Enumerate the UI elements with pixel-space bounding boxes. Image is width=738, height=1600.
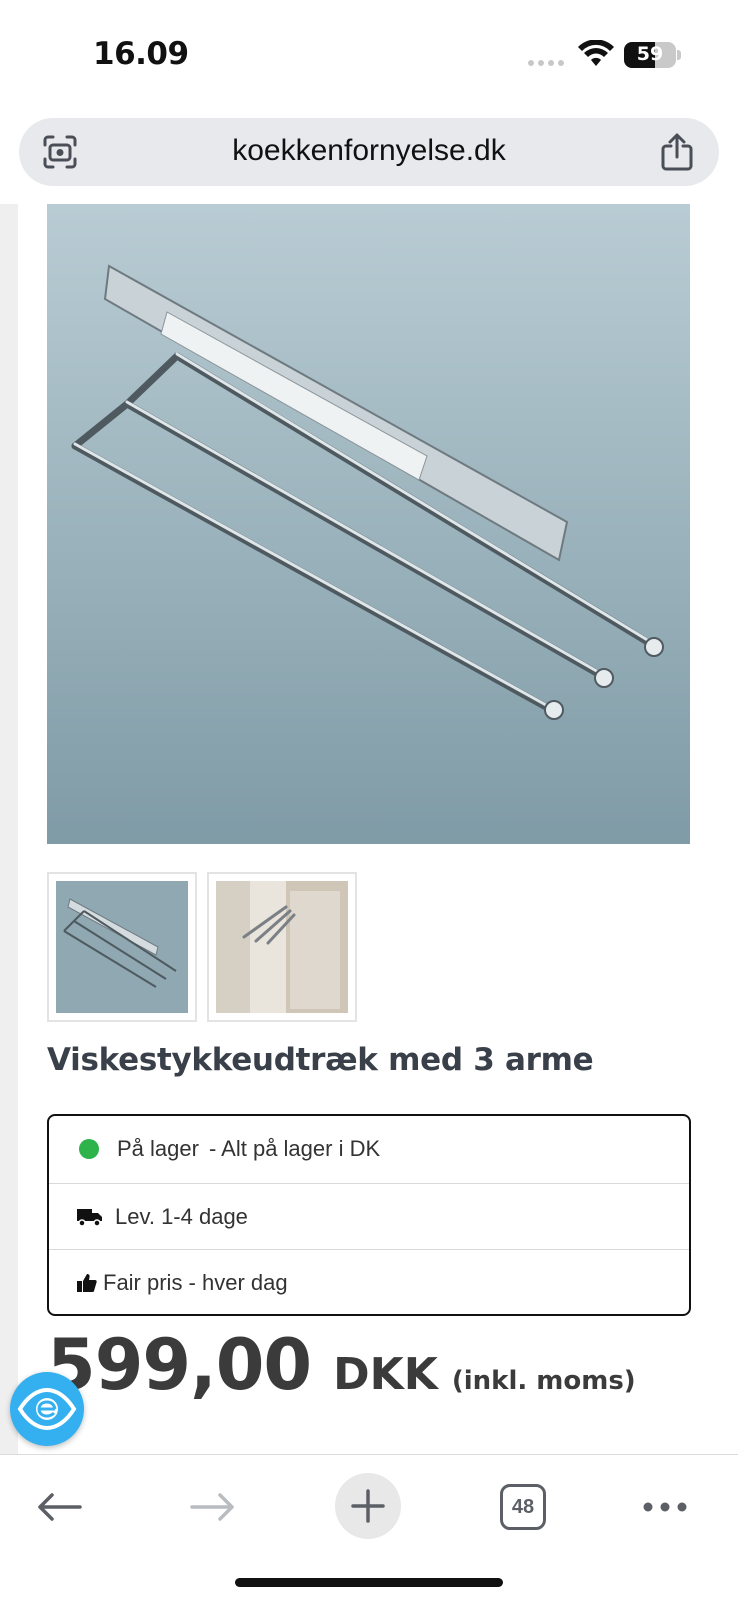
url-text[interactable]: koekkenfornyelse.dk [19, 134, 719, 168]
tabs-button[interactable]: 48 [500, 1484, 546, 1530]
truck-icon [77, 1208, 102, 1227]
home-indicator[interactable] [235, 1578, 503, 1587]
product-main-image[interactable] [47, 204, 690, 844]
forward-button[interactable] [184, 1477, 242, 1537]
stock-label: På lager [117, 1136, 199, 1161]
arrow-right-icon [190, 1493, 234, 1521]
stock-status-row: På lager - Alt på lager i DK [49, 1116, 689, 1182]
status-time: 16.09 [93, 36, 189, 72]
in-stock-indicator-icon [79, 1139, 99, 1159]
accessibility-button[interactable] [10, 1372, 84, 1446]
web-page: Viskestykkeudtræk med 3 arme På lager - … [0, 204, 738, 1454]
accessibility-eye-icon [17, 1387, 77, 1431]
status-bar: 16.09 59 [0, 0, 738, 108]
back-button[interactable] [30, 1477, 88, 1537]
vat-note: (inkl. moms) [451, 1366, 636, 1396]
more-dots-icon [643, 1502, 687, 1512]
thumbs-up-icon [77, 1273, 97, 1292]
product-thumbnail-2[interactable] [207, 872, 357, 1022]
product-info-box: På lager - Alt på lager i DK Lev. 1-4 da… [47, 1114, 691, 1316]
stock-detail: - Alt på lager i DK [208, 1136, 381, 1161]
cellular-signal-icon [528, 60, 564, 66]
wifi-icon [578, 40, 614, 66]
fair-price-row: Fair pris - hver dag [49, 1249, 689, 1315]
address-bar[interactable]: koekkenfornyelse.dk [19, 118, 719, 186]
share-icon[interactable] [659, 132, 695, 172]
product-card: Viskestykkeudtræk med 3 arme På lager - … [18, 204, 738, 1454]
price-amount: 599,00 [47, 1324, 312, 1406]
battery-tip [677, 50, 681, 60]
price-currency: DKK [333, 1349, 438, 1400]
battery-level: 59 [636, 43, 664, 65]
plus-icon [351, 1489, 385, 1523]
fair-price-text: Fair pris - hver dag [103, 1269, 288, 1295]
delivery-text: Lev. 1-4 dage [115, 1203, 248, 1229]
product-thumbnail-1[interactable] [47, 872, 197, 1022]
more-menu-button[interactable] [640, 1477, 690, 1537]
delivery-row: Lev. 1-4 dage [49, 1183, 689, 1249]
price-row: 599,00 DKK (inkl. moms) [47, 1324, 636, 1406]
new-tab-button[interactable] [335, 1473, 401, 1539]
product-title: Viskestykkeudtræk med 3 arme [47, 1042, 594, 1078]
arrow-left-icon [38, 1493, 82, 1521]
battery-icon: 59 [624, 42, 676, 68]
